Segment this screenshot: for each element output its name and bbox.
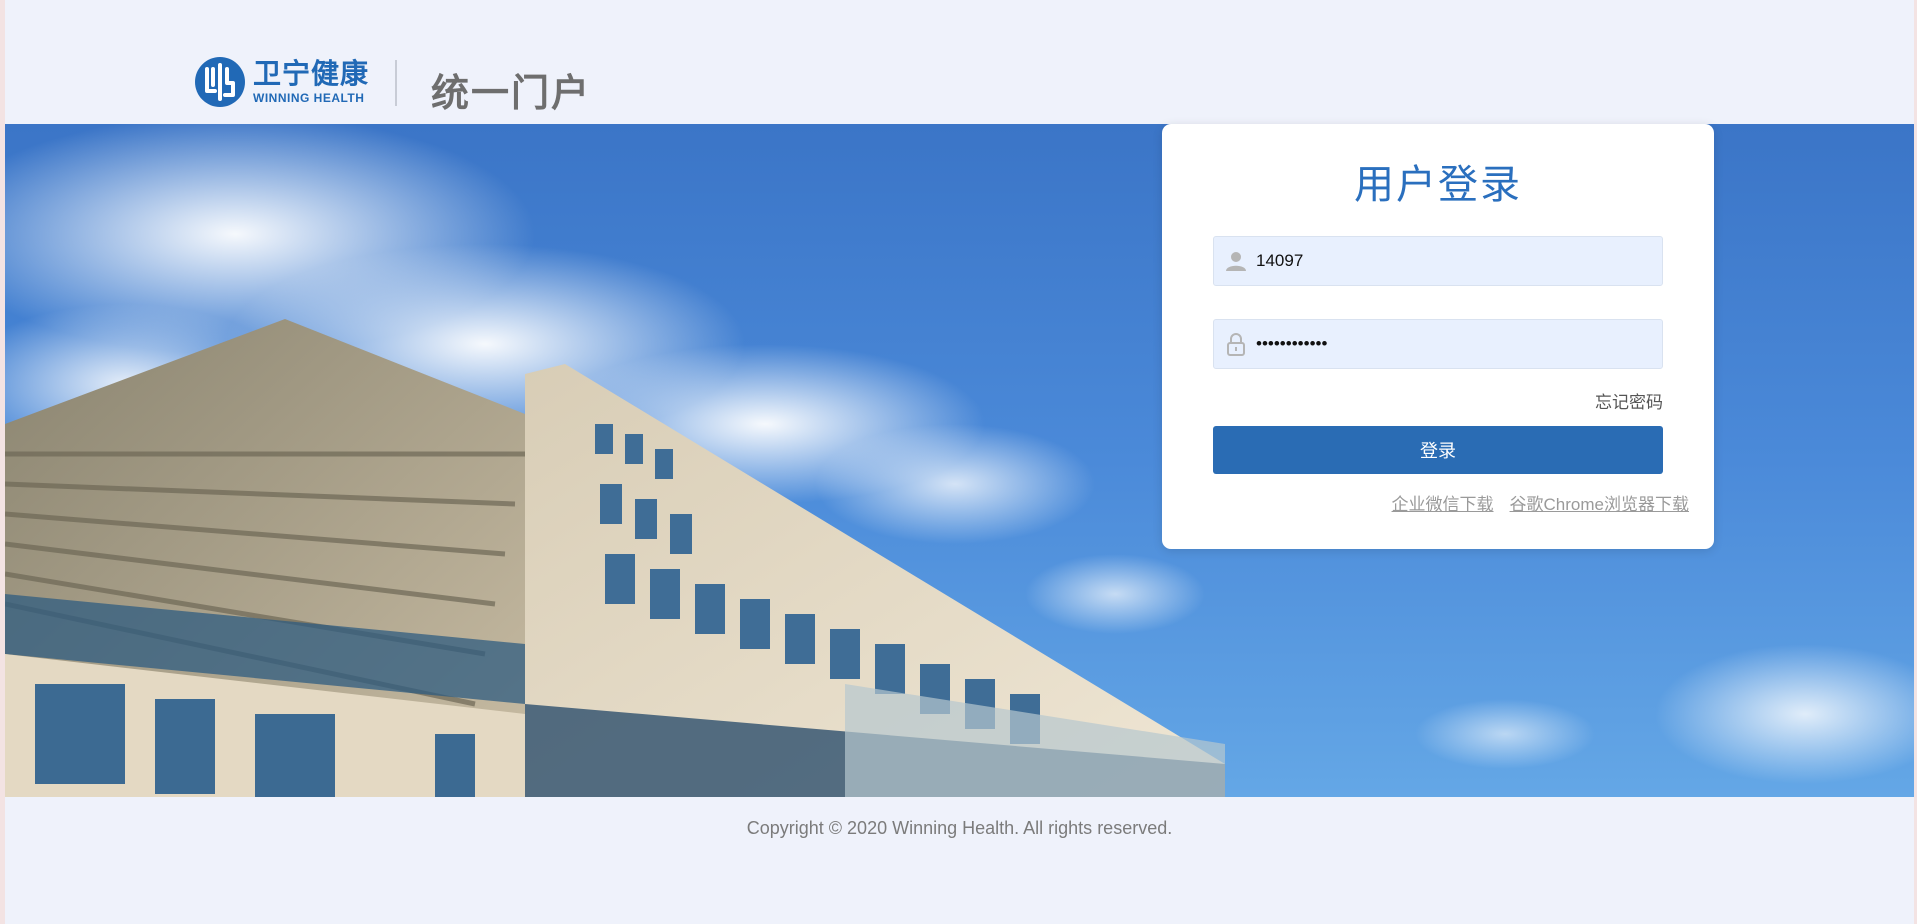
chrome-download-link[interactable]: 谷歌Chrome浏览器下载 (1510, 490, 1689, 515)
header-divider (395, 60, 397, 106)
username-field[interactable] (1213, 236, 1663, 286)
logo-chinese-name: 卫宁健康 (253, 58, 370, 89)
copyright-text: Copyright © 2020 Winning Health. All rig… (746, 818, 1173, 838)
login-title: 用户登录 (1354, 163, 1522, 207)
login-button[interactable]: 登录 (1213, 426, 1663, 474)
header: 卫宁健康 WINNING HEALTH 统一门户 (5, 0, 1914, 124)
download-links: 企业微信下载 谷歌Chrome浏览器下载 (1392, 490, 1689, 515)
wechat-download-link[interactable]: 企业微信下载 (1392, 490, 1494, 515)
user-icon (1226, 252, 1246, 271)
portal-title: 统一门户 (431, 73, 592, 115)
password-input[interactable] (1254, 333, 1638, 355)
password-field[interactable] (1213, 319, 1663, 369)
lock-icon (1227, 333, 1245, 356)
winning-health-logo: 卫宁健康 WINNING HEALTH (193, 54, 393, 110)
login-card: 用户登录 忘记密码 登录 企业微信下载 谷歌Chrome浏览器下载 (1162, 124, 1714, 549)
logo-english-name: WINNING HEALTH (253, 91, 365, 105)
username-input[interactable] (1254, 250, 1638, 272)
footer: Copyright © 2020 Winning Health. All rig… (5, 797, 1914, 924)
login-page: 卫宁健康 WINNING HEALTH 统一门户 用户登录 14097 ••••… (0, 0, 1917, 924)
forgot-password-link[interactable]: 忘记密码 (1595, 388, 1663, 413)
winning-logo-icon (195, 57, 245, 107)
